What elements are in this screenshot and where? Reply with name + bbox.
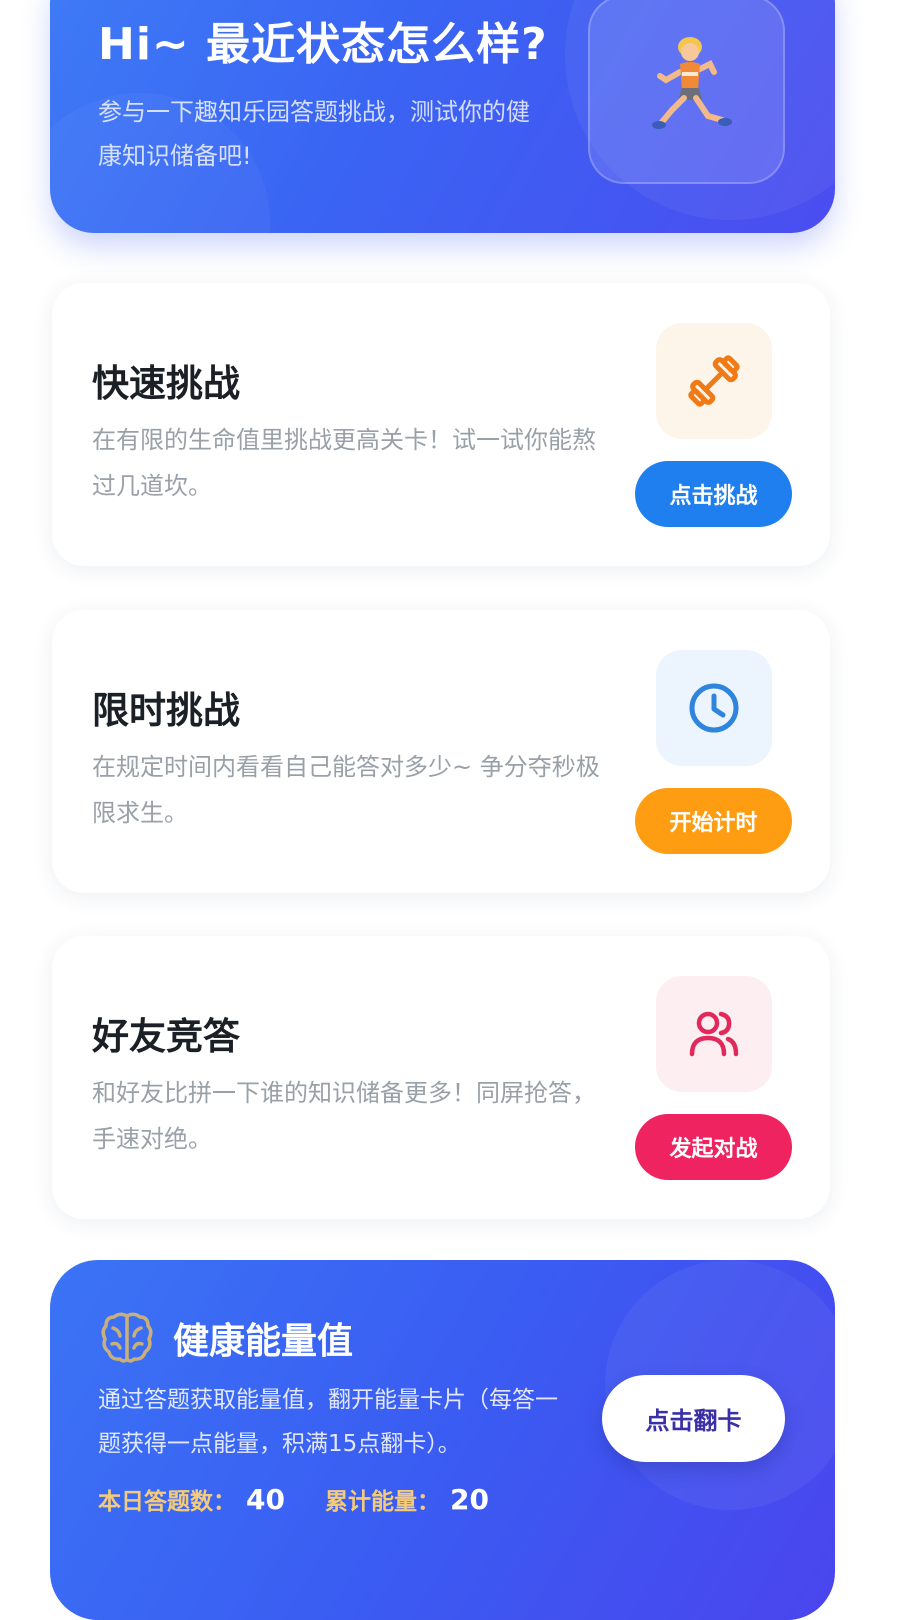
flip-card-button[interactable]: 点击翻卡	[602, 1375, 785, 1462]
friend-battle-card: 好友竞答 和好友比拼一下谁的知识储备更多！同屏抢答，手速对绝。 发起对战	[52, 936, 830, 1219]
energy-stats: 本日答题数： 40 累计能量： 20	[98, 1482, 529, 1516]
quick-challenge-card: 快速挑战 在有限的生命值里挑战更高关卡！试一试你能熬过几道坎。 点击挑战	[52, 283, 830, 566]
friend-battle-title: 好友竞答	[92, 1015, 240, 1058]
hero-description: 参与一下趣知乐园答题挑战，测试你的健康知识储备吧!	[98, 98, 530, 170]
friend-battle-button[interactable]: 发起对战	[635, 1114, 792, 1180]
quick-challenge-button[interactable]: 点击挑战	[635, 461, 792, 527]
energy-description: 通过答题获取能量值，翻开能量卡片（每答一题获得一点能量，积满15点翻卡）。	[98, 1387, 558, 1457]
runner-icon	[651, 36, 732, 129]
hero-banner: Hi~ 最近状态怎么样? 参与一下趣知乐园答题挑战，测试你的健康知识储备吧!	[50, 0, 835, 233]
timed-challenge-card: 限时挑战 在规定时间内看看自己能答对多少~ 争分夺秒极限求生。 开始计时	[52, 610, 830, 893]
users-icon-box	[656, 976, 772, 1092]
timed-challenge-description: 在规定时间内看看自己能答对多少~ 争分夺秒极限求生。	[92, 753, 600, 827]
quick-challenge-description: 在有限的生命值里挑战更高关卡！试一试你能熬过几道坎。	[92, 426, 596, 500]
total-energy-label: 累计能量：	[324, 1489, 440, 1515]
friend-battle-description: 和好友比拼一下谁的知识储备更多！同屏抢答，手速对绝。	[92, 1079, 596, 1153]
today-answers-value: 40	[246, 1483, 285, 1516]
brain-icon	[101, 1312, 153, 1363]
clock-icon-box	[656, 650, 772, 766]
quick-challenge-title: 快速挑战	[92, 362, 240, 405]
energy-title: 健康能量值	[173, 1321, 354, 1362]
dumbbell-icon-box	[656, 323, 772, 439]
timed-challenge-button[interactable]: 开始计时	[635, 788, 792, 854]
total-energy-value: 20	[449, 1483, 489, 1516]
hero-illustration	[588, 0, 785, 184]
hero-title: Hi~ 最近状态怎么样?	[98, 19, 548, 70]
dumbbell-icon	[688, 355, 740, 407]
users-icon	[689, 1011, 739, 1057]
clock-icon	[689, 683, 739, 733]
today-answers-label: 本日答题数：	[98, 1489, 236, 1515]
health-energy-panel: 健康能量值 通过答题获取能量值，翻开能量卡片（每答一题获得一点能量，积满15点翻…	[50, 1260, 835, 1620]
timed-challenge-title: 限时挑战	[92, 689, 240, 732]
